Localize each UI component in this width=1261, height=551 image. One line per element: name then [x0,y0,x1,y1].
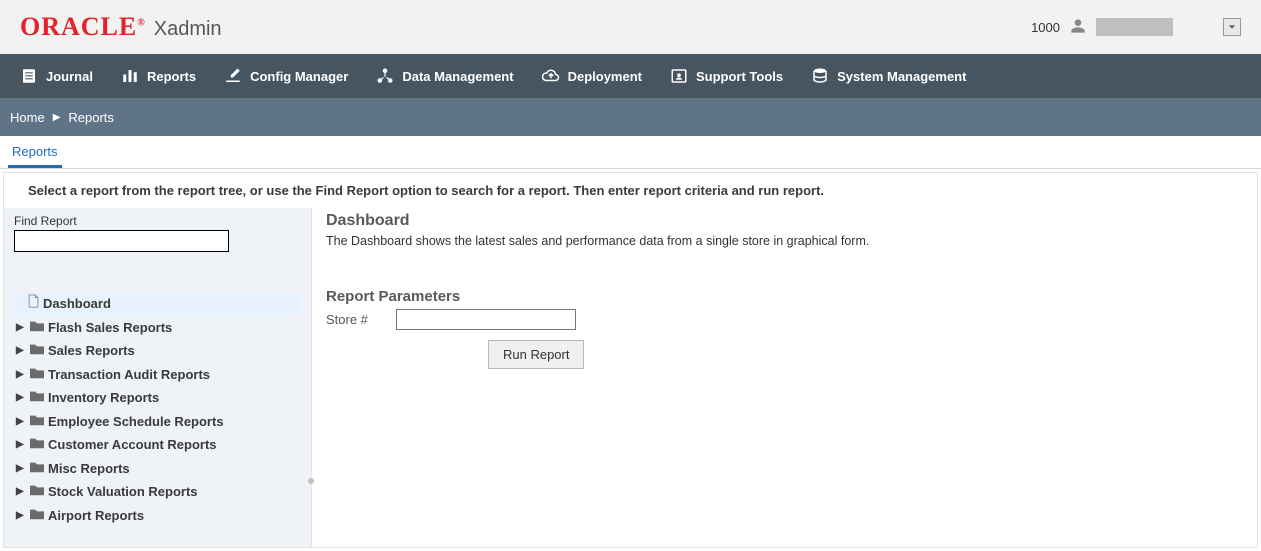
tree-item-label: Flash Sales Reports [48,318,172,338]
tree-item-label: Misc Reports [48,459,130,479]
nav-label: Journal [46,69,93,84]
expand-icon: ▶ [16,508,26,523]
tree-item-label: Dashboard [43,294,111,314]
find-report-input[interactable] [14,230,229,252]
folder-icon [30,365,44,385]
expand-icon: ▶ [16,367,26,382]
content-wrap: Select a report from the report tree, or… [3,172,1258,548]
tree-item-label: Stock Valuation Reports [48,482,198,502]
store-number-input[interactable] [396,309,576,330]
tab-bar: Reports [0,136,1261,169]
folder-icon [30,482,44,502]
expand-icon: ▶ [16,461,26,476]
breadcrumb-home[interactable]: Home [10,110,45,125]
journal-icon [20,67,38,85]
user-id: 1000 [1031,20,1060,35]
run-report-button[interactable]: Run Report [488,340,584,369]
folder-icon [30,388,44,408]
nav-data-management[interactable]: Data Management [376,67,513,85]
tree-item-label: Customer Account Reports [48,435,217,455]
main-navbar: Journal Reports Config Manager Data Mana… [0,54,1261,98]
tree-item-employee-schedule[interactable]: ▶ Employee Schedule Reports [14,410,301,434]
tree-item-sales[interactable]: ▶ Sales Reports [14,339,301,363]
nav-support-tools[interactable]: Support Tools [670,67,783,85]
header-right: 1000 [1031,18,1241,37]
tab-reports[interactable]: Reports [8,136,62,168]
tree-item-inventory[interactable]: ▶ Inventory Reports [14,386,301,410]
nav-label: System Management [837,69,966,84]
config-icon [224,67,242,85]
nav-journal[interactable]: Journal [20,67,93,85]
folder-icon [30,506,44,526]
nav-label: Reports [147,69,196,84]
nav-deployment[interactable]: Deployment [542,67,642,85]
tree-item-label: Employee Schedule Reports [48,412,224,432]
expand-icon: ▶ [16,343,26,358]
tree-item-dashboard[interactable]: Dashboard [14,292,301,316]
nav-label: Support Tools [696,69,783,84]
expand-icon: ▶ [16,437,26,452]
breadcrumb-reports[interactable]: Reports [68,110,114,125]
nav-system-management[interactable]: System Management [811,67,966,85]
oracle-logo: ORACLE® [20,12,146,42]
folder-icon [30,318,44,338]
reports-icon [121,67,139,85]
tree-item-airport[interactable]: ▶ Airport Reports [14,504,301,528]
tree-item-flash-sales[interactable]: ▶ Flash Sales Reports [14,316,301,340]
folder-icon [30,435,44,455]
app-header: ORACLE® Xadmin 1000 [0,0,1261,54]
nav-config-manager[interactable]: Config Manager [224,67,348,85]
folder-icon [30,341,44,361]
folder-icon [30,412,44,432]
sidebar-resize-handle[interactable] [308,478,314,484]
expand-icon: ▶ [16,484,26,499]
expand-icon: ▶ [16,414,26,429]
param-label-store: Store # [326,312,386,327]
report-description: The Dashboard shows the latest sales and… [326,234,1241,248]
tree-item-label: Transaction Audit Reports [48,365,210,385]
expand-icon: ▶ [16,390,26,405]
report-detail: Dashboard The Dashboard shows the latest… [312,208,1257,547]
support-icon [670,67,688,85]
report-tree: Dashboard ▶ Flash Sales Reports ▶ Sales … [14,292,301,527]
main-columns: Find Report Dashboard ▶ Flash Sales Repo… [4,208,1257,547]
logo-area: ORACLE® Xadmin [20,12,222,42]
nav-label: Config Manager [250,69,348,84]
system-mgmt-icon [811,67,829,85]
nav-label: Data Management [402,69,513,84]
tree-item-customer-account[interactable]: ▶ Customer Account Reports [14,433,301,457]
find-report-label: Find Report [14,214,301,228]
data-mgmt-icon [376,67,394,85]
document-icon [28,294,39,314]
tree-item-transaction-audit[interactable]: ▶ Transaction Audit Reports [14,363,301,387]
nav-label: Deployment [568,69,642,84]
report-params-heading: Report Parameters [326,288,1241,305]
app-name: Xadmin [154,18,222,41]
tree-item-misc[interactable]: ▶ Misc Reports [14,457,301,481]
nav-reports[interactable]: Reports [121,67,196,85]
param-row-store: Store # [326,309,1241,330]
expand-icon: ▶ [16,320,26,335]
user-name-placeholder [1096,18,1173,36]
tree-item-label: Airport Reports [48,506,144,526]
breadcrumb-separator-icon: ▶ [53,112,61,123]
user-menu-dropdown[interactable] [1223,18,1241,36]
instruction-text: Select a report from the report tree, or… [4,173,1257,208]
tree-item-label: Inventory Reports [48,388,159,408]
breadcrumb: Home ▶ Reports [0,98,1261,136]
deploy-icon [542,67,560,85]
user-icon [1070,18,1086,37]
tree-item-stock-valuation[interactable]: ▶ Stock Valuation Reports [14,480,301,504]
report-title: Dashboard [326,212,1241,230]
report-sidebar: Find Report Dashboard ▶ Flash Sales Repo… [4,208,312,547]
folder-icon [30,459,44,479]
tree-item-label: Sales Reports [48,341,135,361]
